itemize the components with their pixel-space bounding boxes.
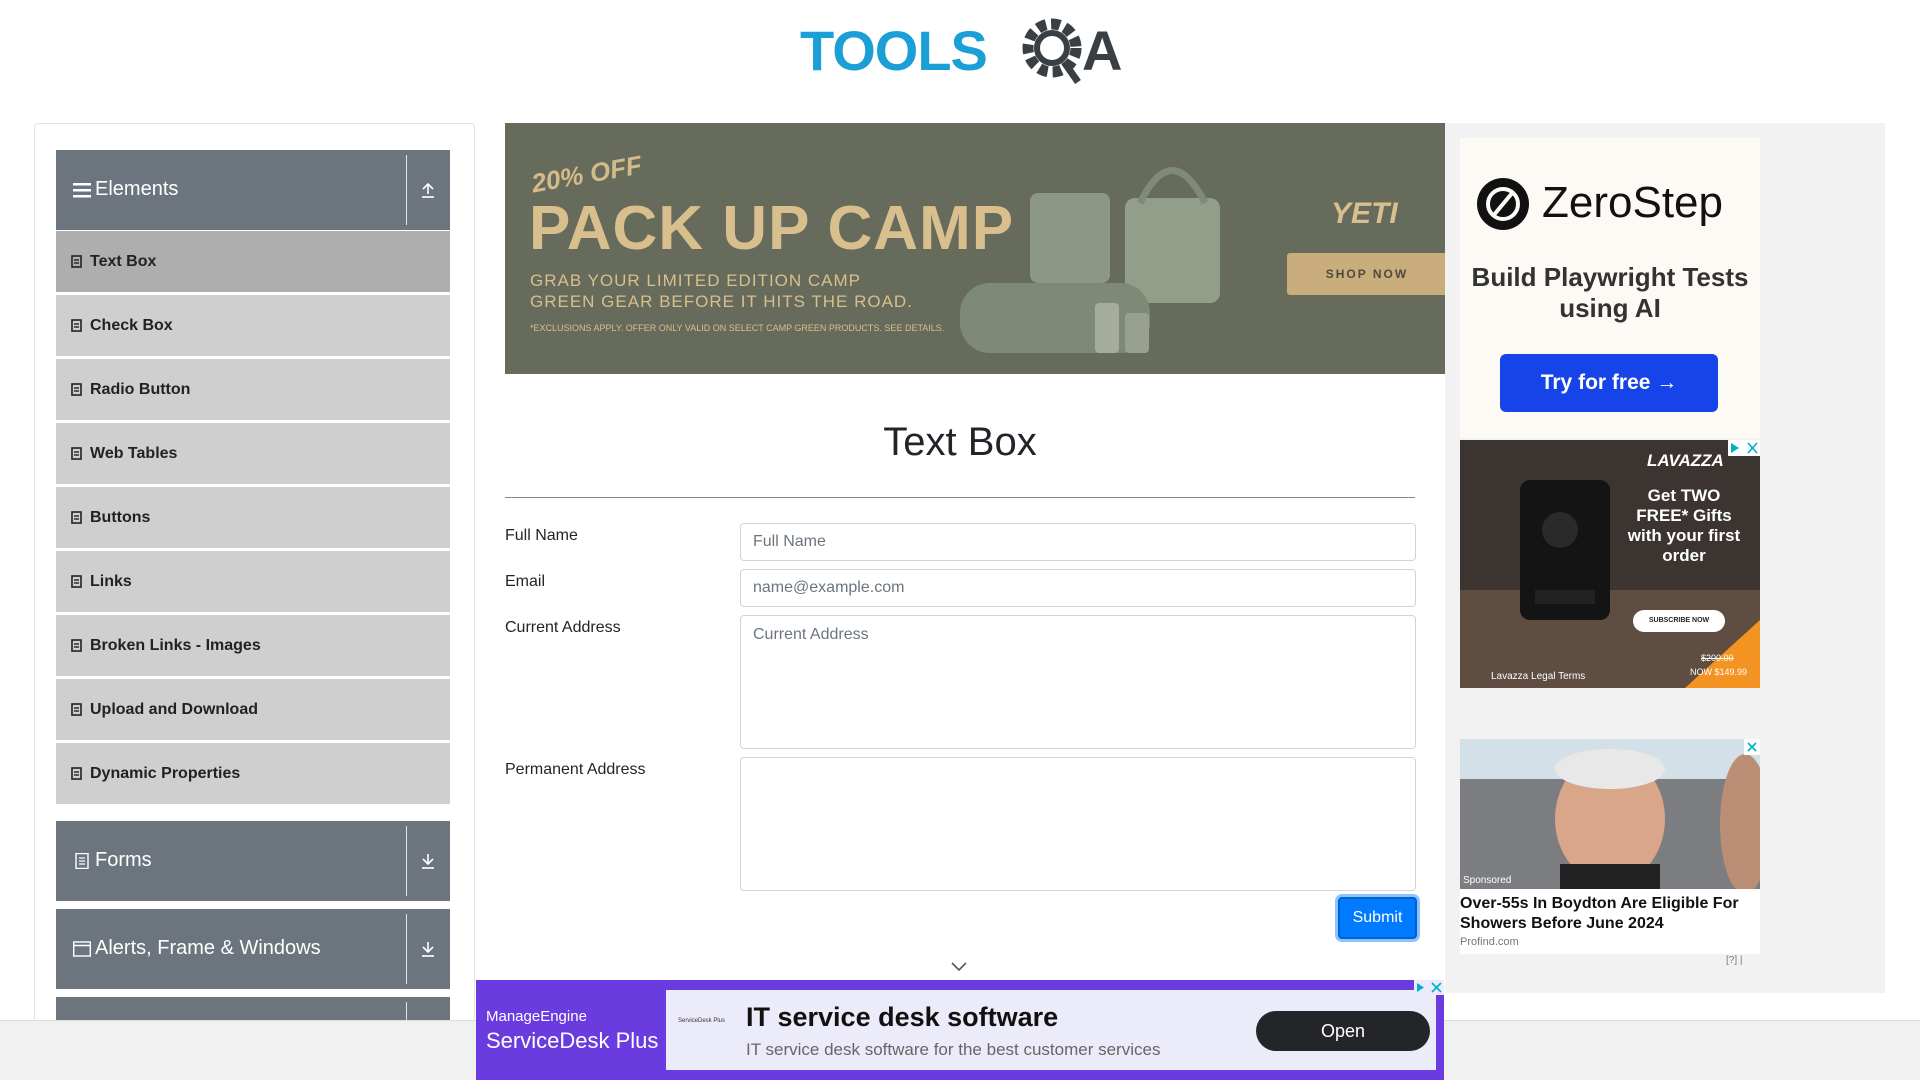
list-item-icon — [71, 383, 82, 396]
try-for-free-button[interactable]: Try for free → — [1500, 354, 1718, 412]
email-input[interactable] — [740, 569, 1416, 607]
list-item-icon — [71, 767, 82, 780]
chevron-down-icon[interactable] — [950, 961, 968, 973]
ad-subline-1: GRAB YOUR LIMITED EDITION CAMP — [530, 271, 862, 290]
open-button[interactable]: Open — [1256, 1011, 1430, 1051]
expand-down-icon[interactable] — [418, 851, 438, 871]
ad-discount: 20% OFF — [529, 149, 644, 199]
sidebar-item-label: Dynamic Properties — [90, 765, 241, 782]
logo-text-tools: TOOLS — [800, 19, 987, 82]
sidebar-item-web-tables[interactable]: Web Tables — [56, 423, 450, 484]
zerostep-tagline: Build Playwright Tests using AI — [1471, 262, 1749, 323]
sidebar-item-broken-links[interactable]: Broken Links - Images — [56, 615, 450, 676]
lavazza-headline: Get TWO FREE* Gifts with your first orde… — [1627, 486, 1741, 565]
lavazza-legal-link[interactable]: Lavazza Legal Terms — [1491, 671, 1585, 682]
title-divider — [505, 497, 1415, 498]
group-title: Alerts, Frame & Windows — [95, 937, 321, 959]
list-item-icon — [71, 319, 82, 332]
collapse-up-icon[interactable] — [418, 180, 438, 200]
sidebar-item-label: Check Box — [90, 317, 173, 334]
ad-subline-2: GREEN GEAR BEFORE IT HITS THE ROAD. — [530, 292, 913, 311]
divider — [406, 155, 407, 225]
sponsored-title[interactable]: Over-55s In Boydton Are Eligible For Sho… — [1460, 894, 1760, 934]
subscribe-now-button[interactable]: SUBSCRIBE NOW — [1633, 610, 1725, 632]
sidebar-item-label: Buttons — [90, 509, 151, 526]
sidebar-item-buttons[interactable]: Buttons — [56, 487, 450, 548]
shop-now-button[interactable]: SHOP NOW — [1287, 253, 1445, 295]
list-item-icon — [71, 575, 82, 588]
hamburger-icon — [73, 183, 91, 198]
list-item-icon — [71, 511, 82, 524]
document-icon — [75, 853, 89, 869]
list-item-icon — [71, 255, 82, 268]
top-ad-banner[interactable]: 20% OFF PACK UP CAMP GRAB YOUR LIMITED E… — [505, 123, 1445, 374]
group-header-elements[interactable]: Elements — [56, 150, 450, 230]
current-address-label: Current Address — [505, 619, 621, 636]
sidebar-item-text-box[interactable]: Text Box — [56, 231, 450, 292]
zerostep-logo-icon — [1477, 178, 1529, 230]
lavazza-ad[interactable]: LAVAZZA Get TWO FREE* Gifts with your fi… — [1460, 440, 1760, 688]
toolsqa-logo[interactable]: TOOLS A — [800, 14, 1124, 94]
logo-text-a: A — [1082, 19, 1122, 82]
sidebar-item-label: Web Tables — [90, 445, 178, 462]
list-item-icon — [71, 447, 82, 460]
sponsored-source: Profind.com — [1460, 936, 1519, 948]
expand-down-icon[interactable] — [418, 939, 438, 959]
bottom-ad-title: IT service desk software — [746, 1002, 1059, 1032]
full-name-label: Full Name — [505, 527, 578, 544]
gear-icon — [1022, 18, 1082, 85]
current-address-input[interactable] — [740, 615, 1416, 749]
divider — [406, 914, 407, 984]
old-price: $200.00 — [1701, 653, 1734, 663]
list-item-icon — [71, 703, 82, 716]
new-price: NOW $149.99 — [1690, 667, 1748, 677]
group-header-forms[interactable]: Forms — [56, 821, 450, 901]
sidebar-item-radio-button[interactable]: Radio Button — [56, 359, 450, 420]
ad-close-icon[interactable] — [1414, 980, 1444, 995]
bottom-ad-subtitle: IT service desk software for the best cu… — [746, 1040, 1161, 1059]
sponsored-photo — [1460, 739, 1760, 889]
bottom-ad-card[interactable]: ServiceDesk Plus IT service desk softwar… — [666, 990, 1436, 1070]
list-item-icon — [71, 639, 82, 652]
permanent-address-input[interactable] — [740, 757, 1416, 891]
sponsored-tag: Sponsored — [1463, 875, 1512, 886]
sidebar-item-check-box[interactable]: Check Box — [56, 295, 450, 356]
bottom-ad-banner[interactable]: ManageEngine ServiceDesk Plus ServiceDes… — [476, 980, 1444, 1080]
submit-button[interactable]: Submit — [1338, 897, 1417, 939]
sidebar-item-label: Radio Button — [90, 381, 191, 398]
zerostep-brand: ZeroStep — [1542, 178, 1723, 227]
sidebar-item-label: Broken Links - Images — [90, 637, 261, 654]
lavazza-brand: LAVAZZA — [1647, 451, 1724, 470]
permanent-address-label: Permanent Address — [505, 761, 646, 778]
zerostep-ad[interactable]: ZeroStep Build Playwright Tests using AI… — [1460, 138, 1760, 438]
bottom-ad-mini-logo: ServiceDesk Plus — [678, 1018, 726, 1024]
ad-brand: YETI — [1331, 197, 1398, 230]
full-name-input[interactable] — [740, 523, 1416, 561]
page-title: Text Box — [883, 420, 1037, 464]
ad-close-icon[interactable] — [1744, 739, 1760, 755]
ad-fine-print: *EXCLUSIONS APPLY. OFFER ONLY VALID ON S… — [530, 323, 945, 333]
sponsored-ad[interactable]: Sponsored Over-55s In Boydton Are Eligib… — [1460, 739, 1760, 966]
bottom-ad-brand: ManageEngine — [486, 1008, 587, 1025]
window-icon — [73, 941, 91, 957]
sidebar-item-upload-download[interactable]: Upload and Download — [56, 679, 450, 740]
ad-headline: PACK UP CAMP — [529, 194, 1015, 263]
group-header-alerts[interactable]: Alerts, Frame & Windows — [56, 909, 450, 989]
page: TOOLS A Elements Text Box Check Box Radi… — [0, 0, 1920, 1080]
bottom-ad-product: ServiceDesk Plus — [486, 1028, 659, 1053]
sidebar: Elements Text Box Check Box Radio Button… — [34, 123, 475, 1023]
sidebar-item-label: Upload and Download — [90, 701, 258, 718]
sidebar-item-label: Links — [90, 573, 132, 590]
sidebar-item-dynamic-properties[interactable]: Dynamic Properties — [56, 743, 450, 804]
sidebar-item-links[interactable]: Links — [56, 551, 450, 612]
site-header: TOOLS A — [0, 0, 1920, 110]
sidebar-item-label: Text Box — [90, 253, 157, 270]
ad-close-icon[interactable] — [1728, 440, 1760, 456]
ad-info-link[interactable]: [?] | — [1726, 955, 1743, 966]
email-label: Email — [505, 573, 546, 590]
group-title: Forms — [95, 849, 152, 871]
divider — [406, 826, 407, 896]
group-title: Elements — [95, 178, 179, 200]
